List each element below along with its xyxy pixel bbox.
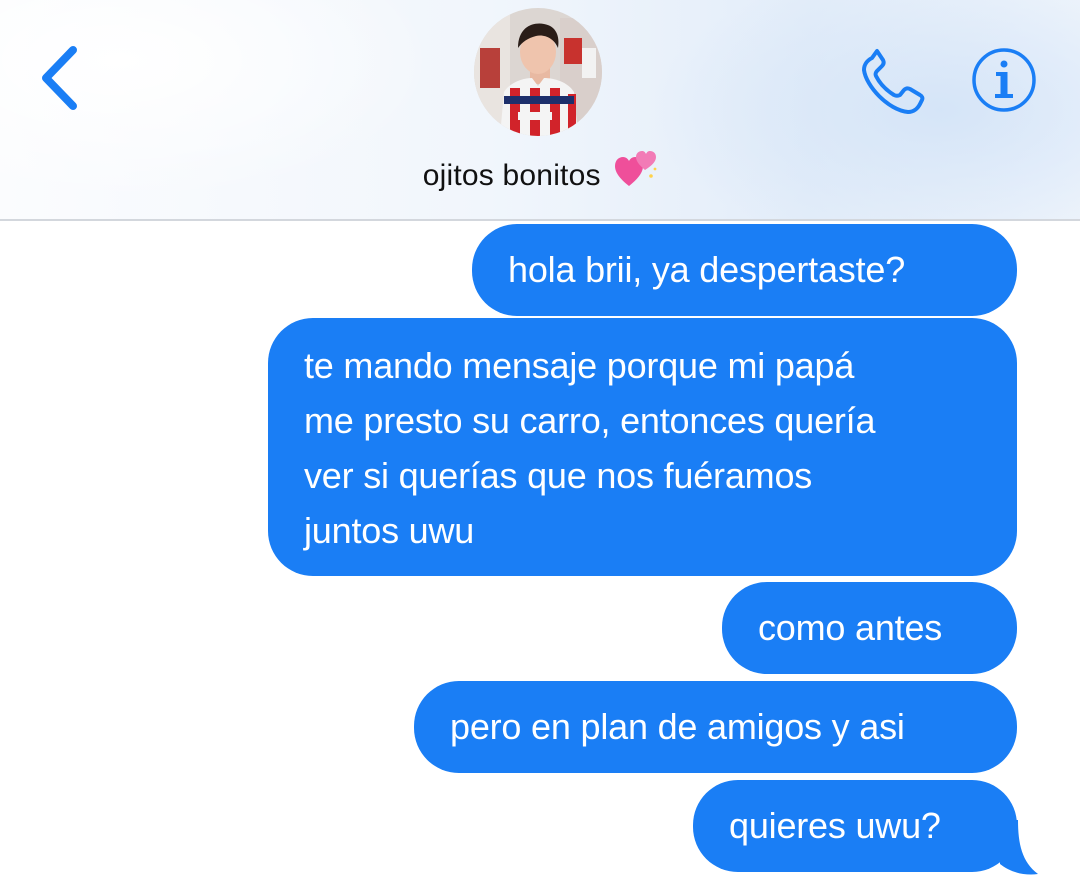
conversation-header: ojitos bonitos (0, 0, 1080, 221)
message-bubble-sent[interactable]: te mando mensaje porque mi papá me prest… (268, 318, 1017, 576)
contact-name-label: ojitos bonitos (422, 159, 601, 192)
back-button[interactable] (30, 38, 90, 118)
message-text-line: ver si querías que nos fuéramos (304, 455, 813, 496)
message-text-line: te mando mensaje porque mi papá (304, 345, 855, 386)
message-text: como antes (758, 607, 943, 648)
message-bubble-sent[interactable]: quieres uwu? (693, 780, 1017, 872)
message-text-line: juntos uwu (304, 510, 475, 551)
message-bubble-sent[interactable]: pero en plan de amigos y asi (414, 681, 1017, 773)
message-bubble-sent[interactable]: como antes (722, 582, 1017, 674)
info-icon (972, 48, 1036, 112)
info-button[interactable] (970, 46, 1038, 114)
chevron-left-icon (42, 46, 77, 110)
two-hearts-icon (615, 151, 657, 186)
message-text: pero en plan de amigos y asi (450, 706, 905, 747)
phone-icon (862, 49, 925, 114)
contact-avatar[interactable] (474, 8, 602, 136)
message-bubble-sent[interactable]: hola brii, ya despertaste? (472, 224, 1017, 316)
message-text: hola brii, ya despertaste? (508, 249, 906, 290)
message-text: quieres uwu? (729, 805, 941, 846)
message-text-line: me presto su carro, entonces quería (304, 400, 876, 441)
contact-name[interactable]: ojitos bonitos (0, 151, 1080, 196)
avatar-photo (474, 8, 602, 136)
call-button[interactable] (856, 48, 930, 114)
bubble-tail (1000, 820, 1038, 875)
